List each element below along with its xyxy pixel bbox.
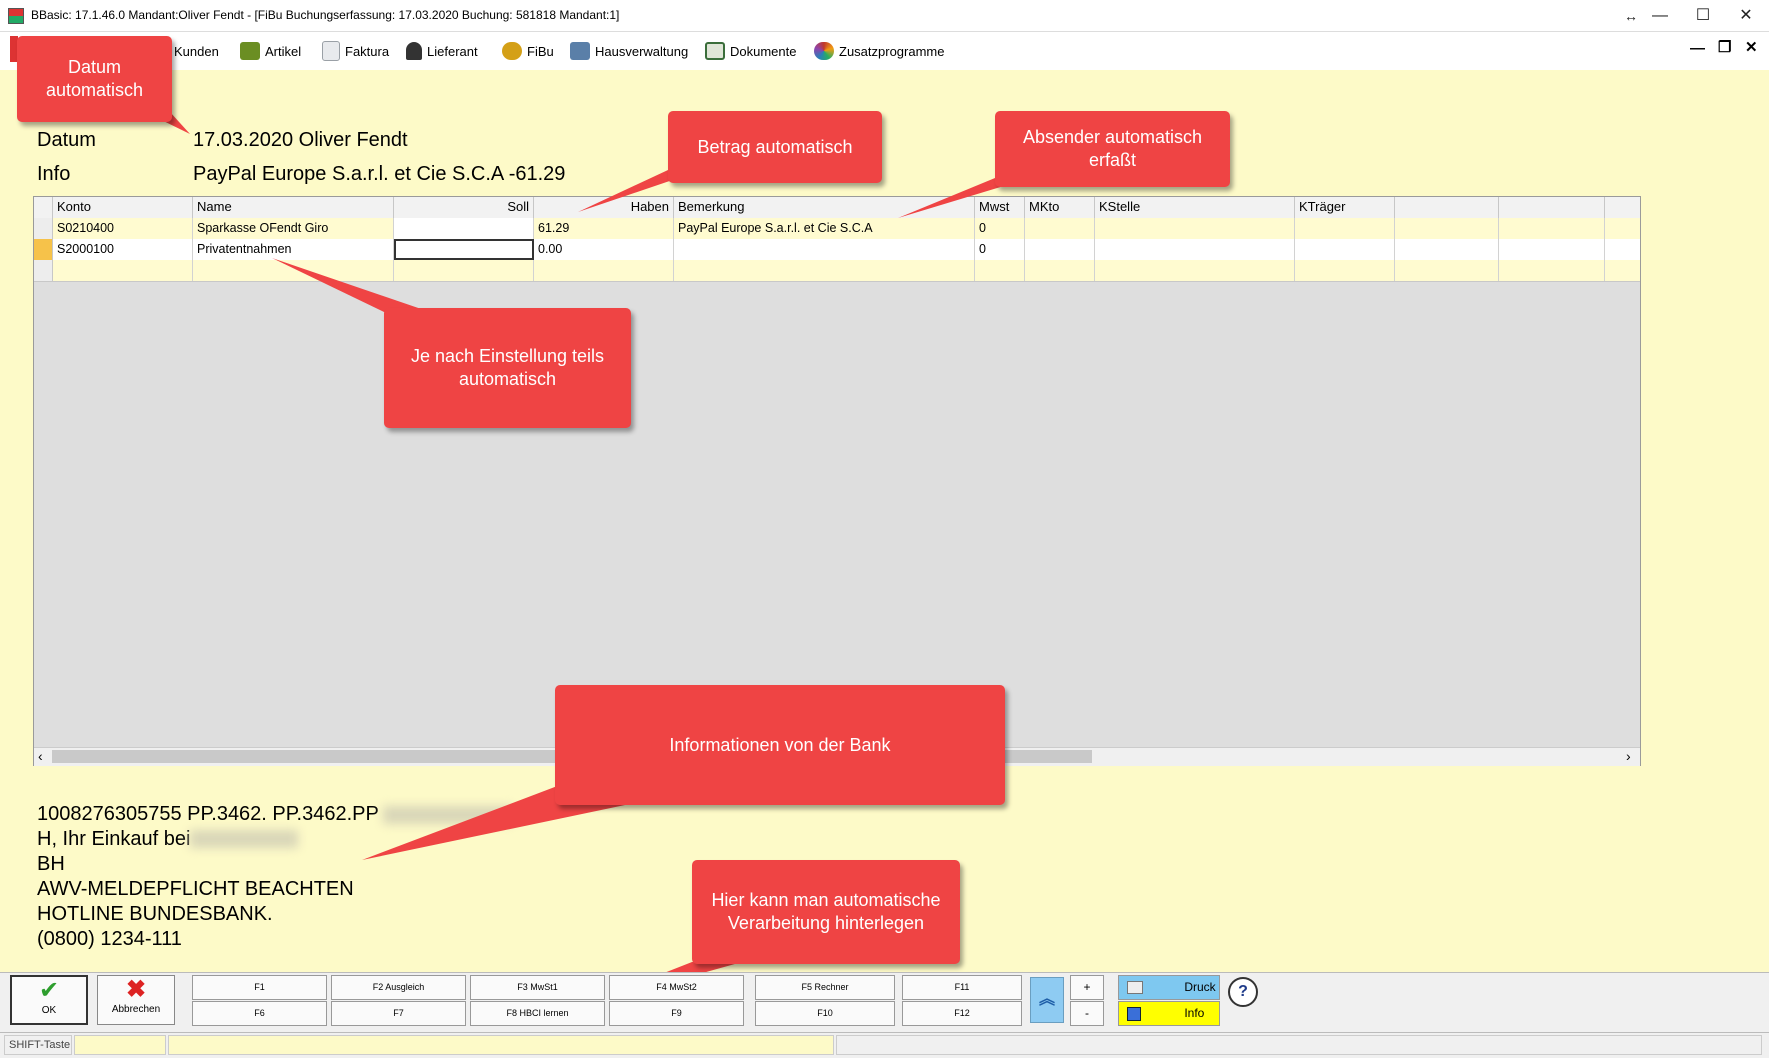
f5-button[interactable]: F5 Rechner — [755, 975, 895, 1000]
f8-button[interactable]: F8 HBCI lernen — [470, 1001, 605, 1026]
checkmark-icon: ✔ — [38, 977, 60, 1004]
ok-button[interactable]: ✔ OK — [10, 975, 88, 1025]
callout-absender: Absender automatisch erfaßt — [995, 111, 1230, 187]
callout-datum: Datum automatisch — [17, 36, 172, 122]
callout-einstellung: Je nach Einstellung teils automatisch — [384, 308, 631, 428]
f12-button[interactable]: F12 — [902, 1001, 1022, 1026]
status-bar: SHIFT-Taste — [0, 1032, 1769, 1058]
print-label: Druck — [1184, 980, 1216, 994]
info-button[interactable]: Info — [1118, 1001, 1220, 1026]
info-icon — [1127, 1006, 1141, 1021]
f2-button[interactable]: F2 Ausgleich — [331, 975, 466, 1000]
minus-button[interactable]: - — [1070, 1001, 1104, 1026]
status-panel — [836, 1035, 1762, 1055]
function-key-bar: ✔ OK ✖ Abbrechen F1 F2 Ausgleich F3 MwSt… — [0, 972, 1769, 1033]
cancel-label: Abbrechen — [111, 1004, 161, 1015]
f9-button[interactable]: F9 — [609, 1001, 744, 1026]
f3-button[interactable]: F3 MwSt1 — [470, 975, 605, 1000]
plus-button[interactable]: + — [1070, 975, 1104, 1000]
cancel-button[interactable]: ✖ Abbrechen — [97, 975, 175, 1025]
info-label: Info — [1184, 1006, 1205, 1020]
status-panel — [74, 1035, 166, 1055]
f7-button[interactable]: F7 — [331, 1001, 466, 1026]
f1-button[interactable]: F1 — [192, 975, 327, 1000]
f10-button[interactable]: F10 — [755, 1001, 895, 1026]
f11-button[interactable]: F11 — [902, 975, 1022, 1000]
ok-label: OK — [41, 1005, 57, 1016]
callout-betrag: Betrag automatisch — [668, 111, 882, 183]
cross-icon: ✖ — [125, 976, 147, 1003]
callout-verarbeitung: Hier kann man automatische Verarbeitung … — [692, 860, 960, 964]
expand-up-icon[interactable]: ︽ — [1030, 977, 1064, 1023]
callout-tail-einstellung — [272, 258, 430, 312]
status-panel — [168, 1035, 834, 1055]
print-button[interactable]: Druck — [1118, 975, 1220, 1000]
shift-key-status: SHIFT-Taste — [4, 1035, 72, 1055]
f4-button[interactable]: F4 MwSt2 — [609, 975, 744, 1000]
printer-icon — [1127, 981, 1143, 995]
callout-bank: Informationen von der Bank — [555, 685, 1005, 805]
f6-button[interactable]: F6 — [192, 1001, 327, 1026]
help-button[interactable]: ? — [1228, 977, 1258, 1007]
